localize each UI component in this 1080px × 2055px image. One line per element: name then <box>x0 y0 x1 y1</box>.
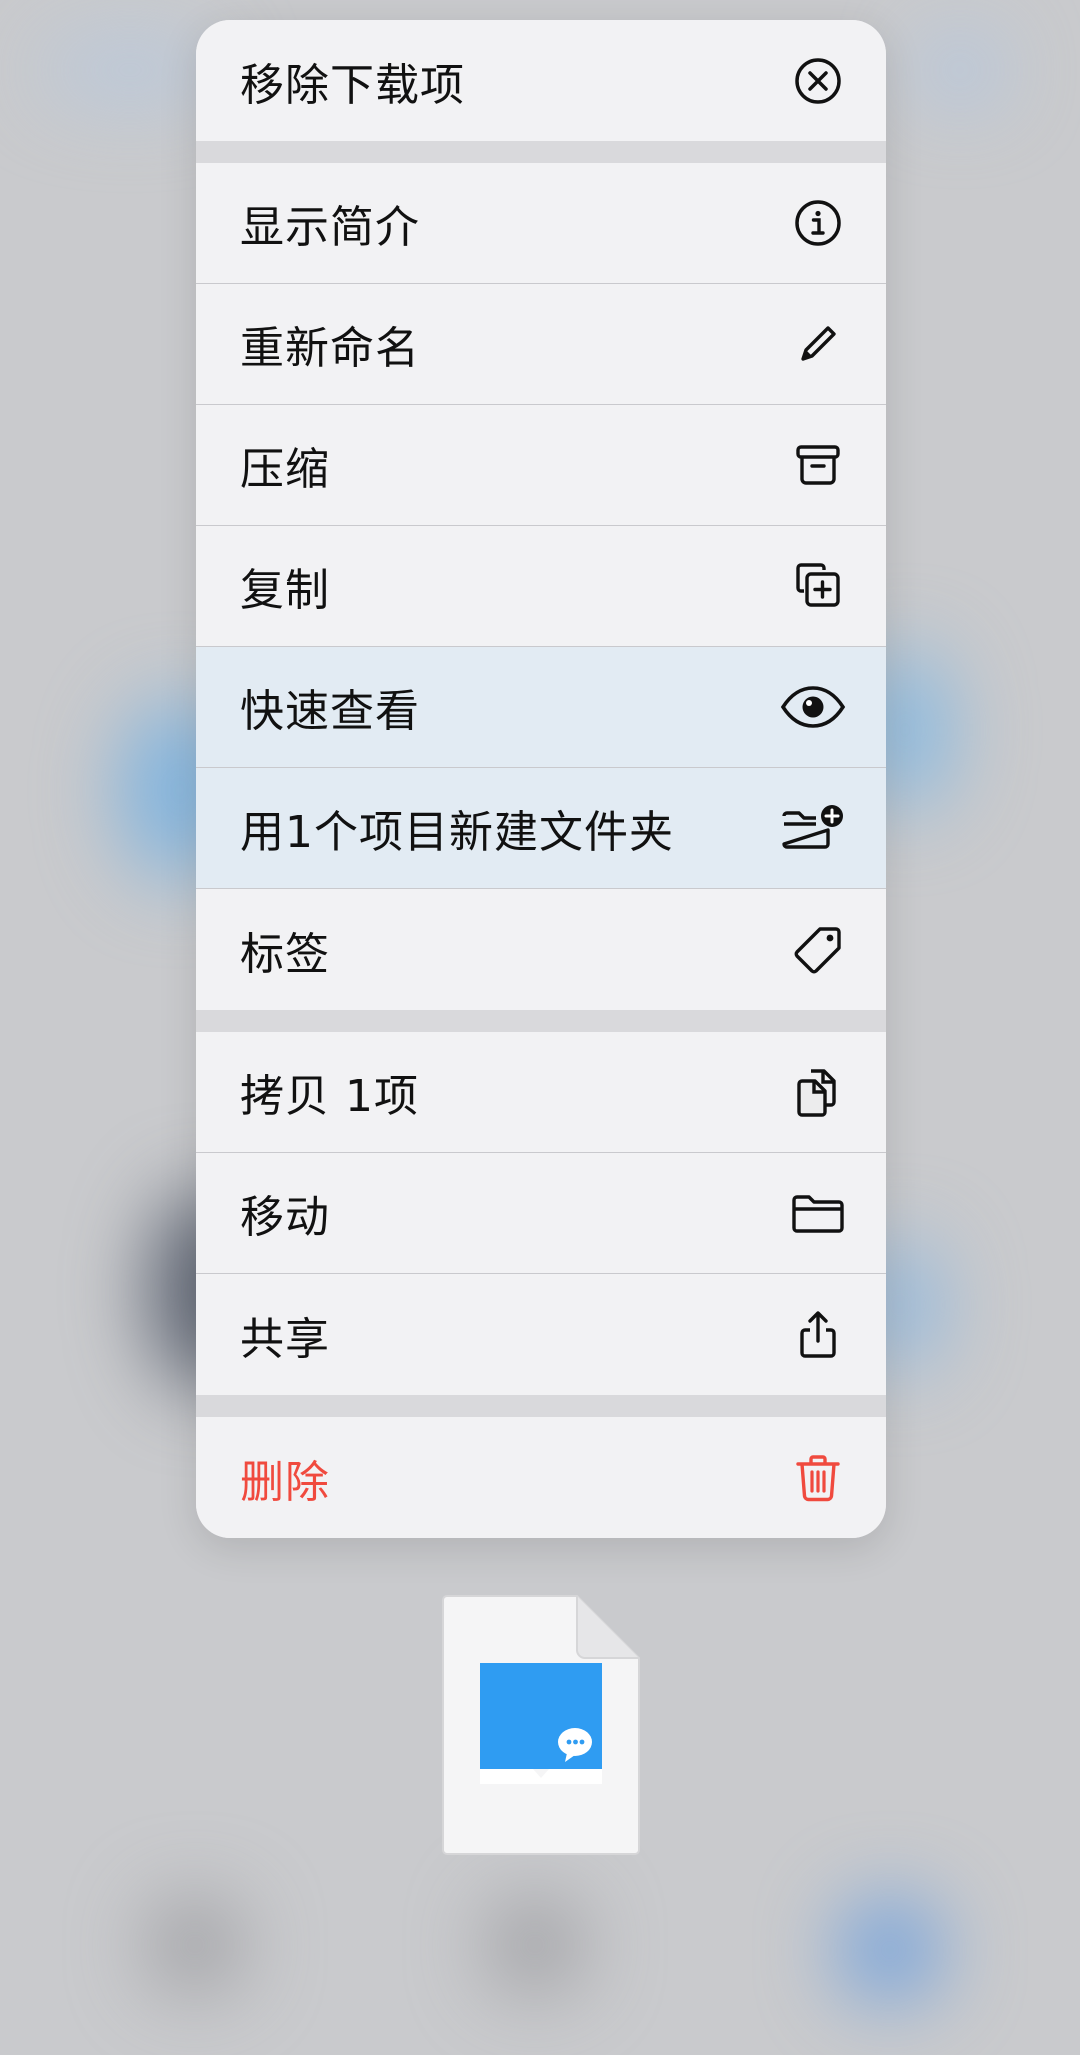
pencil-icon <box>790 316 846 372</box>
copy-docs-icon <box>790 1064 846 1120</box>
menu-item-label: 移动 <box>240 1192 330 1243</box>
menu-group-separator <box>196 141 886 163</box>
duplicate-icon <box>790 558 846 614</box>
folder-badge-plus-icon <box>780 800 846 856</box>
blurred-shape <box>150 1900 240 1990</box>
menu-item-label: 拷贝 1项 <box>240 1071 419 1122</box>
blurred-shape <box>920 40 1000 100</box>
menu-item-label: 压缩 <box>240 444 330 495</box>
menu-item-tags[interactable]: 标签 <box>196 889 886 1010</box>
blurred-shape <box>840 1900 940 2000</box>
menu-group-separator <box>196 1395 886 1417</box>
menu-item-label: 重新命名 <box>240 323 420 374</box>
tag-icon <box>790 922 846 978</box>
menu-item-label: 删除 <box>240 1456 330 1508</box>
menu-item-label: 显示简介 <box>240 202 420 253</box>
eye-icon <box>780 679 846 735</box>
menu-item-label: 共享 <box>240 1313 330 1365</box>
menu-item-duplicate[interactable]: 复制 <box>196 526 886 647</box>
menu-item-remove-download[interactable]: 移除下载项 <box>196 20 886 141</box>
context-menu: 移除下载项 显示简介 重新命名 压缩 复制 快速查看 用1个项目新建文件夹 标签… <box>196 20 886 1538</box>
file-preview[interactable] <box>441 1594 641 1856</box>
archive-box-icon <box>790 437 846 493</box>
info-icon <box>790 195 846 251</box>
folder-icon <box>790 1185 846 1241</box>
menu-item-label: 复制 <box>240 565 330 616</box>
blurred-shape <box>490 1900 580 1990</box>
menu-item-get-info[interactable]: 显示简介 <box>196 163 886 284</box>
menu-item-share[interactable]: 共享 <box>196 1274 886 1395</box>
blurred-shape <box>40 40 220 100</box>
menu-item-label: 快速查看 <box>240 686 420 737</box>
menu-item-label: 移除下载项 <box>240 59 465 111</box>
remove-download-icon <box>790 53 846 109</box>
menu-item-label: 用1个项目新建文件夹 <box>240 807 674 858</box>
menu-item-rename[interactable]: 重新命名 <box>196 284 886 405</box>
menu-item-delete[interactable]: 删除 <box>196 1417 886 1538</box>
menu-item-label: 标签 <box>240 928 330 980</box>
share-icon <box>790 1307 846 1363</box>
menu-group-separator <box>196 1010 886 1032</box>
menu-item-compress[interactable]: 压缩 <box>196 405 886 526</box>
menu-item-quick-look[interactable]: 快速查看 <box>196 647 886 768</box>
menu-item-copy[interactable]: 拷贝 1项 <box>196 1032 886 1153</box>
wechat-file-icon <box>442 1595 640 1855</box>
menu-item-new-folder-with-item[interactable]: 用1个项目新建文件夹 <box>196 768 886 889</box>
menu-item-move[interactable]: 移动 <box>196 1153 886 1274</box>
trash-icon <box>790 1450 846 1506</box>
